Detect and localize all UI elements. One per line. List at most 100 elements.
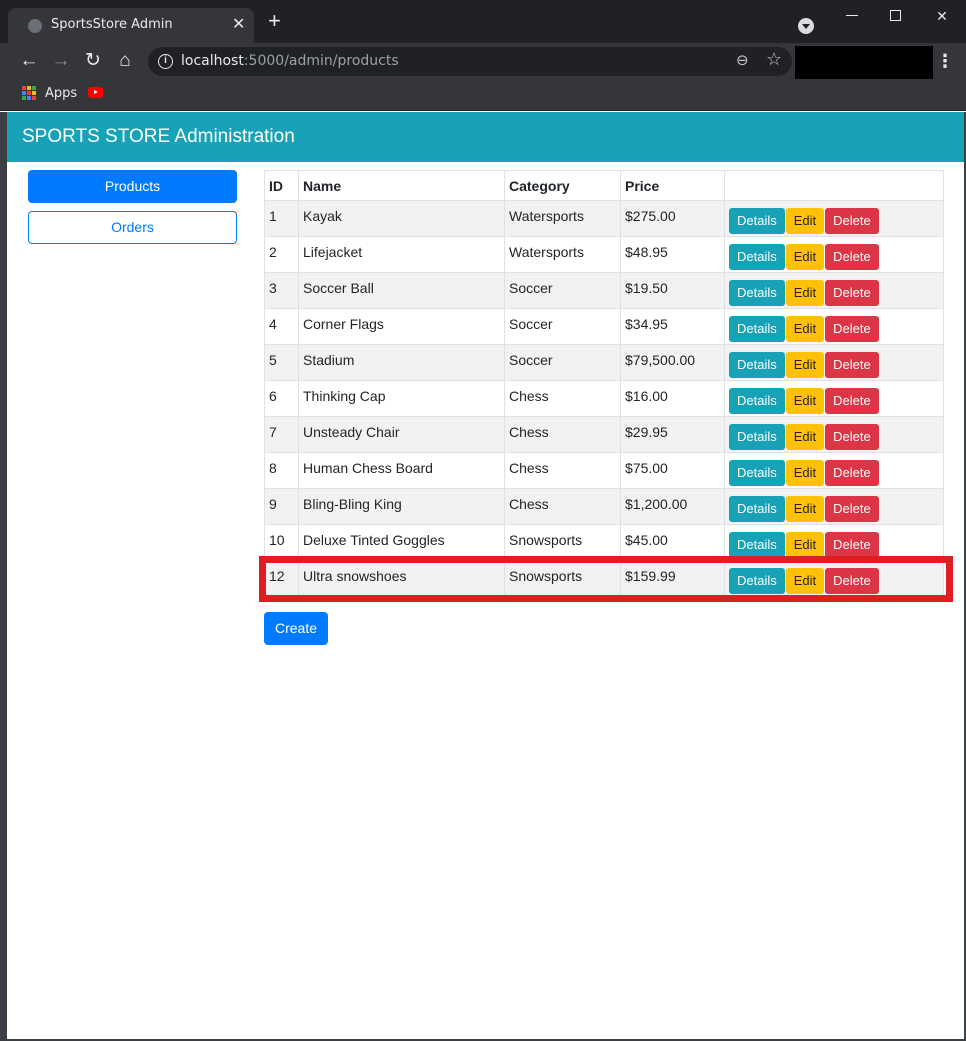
cell-name: Stadium [298, 344, 505, 381]
table-row: 3 Soccer Ball Soccer $19.50 Details Edit Delet… [264, 272, 944, 309]
bookmark-apps[interactable]: Apps [45, 86, 77, 101]
delete-button[interactable]: Delete [825, 280, 879, 306]
cell-actions: Details Edit Delete [724, 200, 944, 237]
cell-id: 9 [264, 488, 299, 525]
edit-button[interactable]: Edit [785, 244, 825, 270]
cell-category: Watersports [504, 200, 621, 237]
sidebar-products-button[interactable]: Products [28, 170, 237, 203]
cell-id: 5 [264, 344, 299, 381]
delete-button[interactable]: Delete [825, 316, 879, 342]
close-window-icon[interactable]: ✕ [919, 4, 965, 28]
cell-price: $19.50 [620, 272, 725, 309]
bookmark-star-icon[interactable]: ☆ [766, 49, 782, 70]
cell-price: $275.00 [620, 200, 725, 237]
cell-actions: Details Edit Delete [724, 380, 944, 417]
cell-name: Lifejacket [298, 236, 505, 273]
new-tab-icon[interactable]: + [268, 10, 281, 32]
cell-actions: Details Edit Delete [724, 416, 944, 453]
sidebar-orders-button[interactable]: Orders [28, 211, 237, 244]
details-button[interactable]: Details [729, 424, 785, 450]
delete-button[interactable]: Delete [825, 496, 879, 522]
table-row: 9 Bling-Bling King Chess $1,200.00 Details Ed… [264, 488, 944, 525]
edit-button[interactable]: Edit [785, 460, 825, 486]
cell-price: $29.95 [620, 416, 725, 453]
close-tab-icon[interactable]: ✕ [232, 14, 245, 34]
details-button[interactable]: Details [729, 352, 785, 378]
reload-icon[interactable]: ↻ [81, 49, 105, 73]
minimize-icon[interactable] [829, 4, 875, 28]
delete-button[interactable]: Delete [825, 244, 879, 270]
url-path: :5000/admin/products [243, 53, 399, 69]
table-row: 6 Thinking Cap Chess $16.00 Details Edit Delet… [264, 380, 944, 417]
cell-id: 6 [264, 380, 299, 417]
details-button[interactable]: Details [729, 316, 785, 342]
tab-search-icon[interactable] [798, 18, 814, 34]
edit-button[interactable]: Edit [785, 352, 825, 378]
red-highlight-annotation [259, 556, 953, 602]
cell-actions: Details Edit Delete [724, 452, 944, 489]
info-icon[interactable]: i [158, 54, 173, 69]
details-button[interactable]: Details [729, 280, 785, 306]
details-button[interactable]: Details [729, 208, 785, 234]
kebab-menu-icon[interactable]: ⋮ [936, 48, 954, 74]
create-button[interactable]: Create [264, 612, 328, 645]
edit-button[interactable]: Edit [785, 388, 825, 414]
zoom-icon[interactable]: ⊖ [736, 51, 749, 69]
details-button[interactable]: Details [729, 244, 785, 270]
column-header-id: ID [264, 170, 299, 201]
delete-button[interactable]: Delete [825, 208, 879, 234]
details-button[interactable]: Details [729, 388, 785, 414]
edit-button[interactable]: Edit [785, 424, 825, 450]
table-row: 2 Lifejacket Watersports $48.95 Details Edit D… [264, 236, 944, 273]
bookmarks-bar: Apps [0, 79, 966, 111]
cell-name: Unsteady Chair [298, 416, 505, 453]
address-bar[interactable]: i localhost:5000/admin/products ⊖ ☆ [148, 47, 792, 76]
cell-id: 1 [264, 200, 299, 237]
delete-button[interactable]: Delete [825, 388, 879, 414]
url-text[interactable]: localhost:5000/admin/products [181, 53, 399, 69]
delete-button[interactable]: Delete [825, 352, 879, 378]
cell-actions: Details Edit Delete [724, 488, 944, 525]
edit-button[interactable]: Edit [785, 208, 825, 234]
redacted-account-area [795, 46, 933, 81]
cell-name: Human Chess Board [298, 452, 505, 489]
app-navbar: SPORTS STORE Administration [7, 112, 964, 162]
details-button[interactable]: Details [729, 460, 785, 486]
details-button[interactable]: Details [729, 532, 785, 558]
back-arrow-icon[interactable]: ← [17, 49, 41, 73]
apps-grid-icon[interactable] [22, 86, 36, 100]
tab-title: SportsStore Admin [51, 17, 173, 32]
delete-button[interactable]: Delete [825, 532, 879, 558]
column-header-price: Price [620, 170, 725, 201]
cell-id: 2 [264, 236, 299, 273]
cell-name: Corner Flags [298, 308, 505, 345]
column-header-actions [724, 170, 944, 201]
youtube-icon[interactable] [88, 87, 103, 98]
cell-name: Thinking Cap [298, 380, 505, 417]
cell-actions: Details Edit Delete [724, 272, 944, 309]
edit-button[interactable]: Edit [785, 316, 825, 342]
products-table: ID Name Category Price 1 Kayak Watersports… [264, 170, 944, 597]
browser-toolbar: ← → ↻ ⌂ i localhost:5000/admin/products … [0, 43, 966, 81]
browser-tab[interactable]: SportsStore Admin ✕ [8, 8, 254, 43]
table-row: 1 Kayak Watersports $275.00 Details Edit Delet… [264, 200, 944, 237]
cell-category: Soccer [504, 344, 621, 381]
cell-category: Chess [504, 416, 621, 453]
brand-title: SPORTS STORE Administration [22, 126, 295, 147]
table-row: 8 Human Chess Board Chess $75.00 Details Edit… [264, 452, 944, 489]
edit-button[interactable]: Edit [785, 280, 825, 306]
delete-button[interactable]: Delete [825, 424, 879, 450]
home-icon[interactable]: ⌂ [113, 49, 137, 73]
edit-button[interactable]: Edit [785, 496, 825, 522]
cell-id: 8 [264, 452, 299, 489]
edit-button[interactable]: Edit [785, 532, 825, 558]
table-header-row: ID Name Category Price [264, 170, 944, 201]
delete-button[interactable]: Delete [825, 460, 879, 486]
column-header-category: Category [504, 170, 621, 201]
cell-name: Kayak [298, 200, 505, 237]
maximize-icon[interactable] [873, 4, 919, 28]
details-button[interactable]: Details [729, 496, 785, 522]
forward-arrow-icon[interactable]: → [49, 49, 73, 73]
cell-category: Soccer [504, 308, 621, 345]
cell-actions: Details Edit Delete [724, 308, 944, 345]
